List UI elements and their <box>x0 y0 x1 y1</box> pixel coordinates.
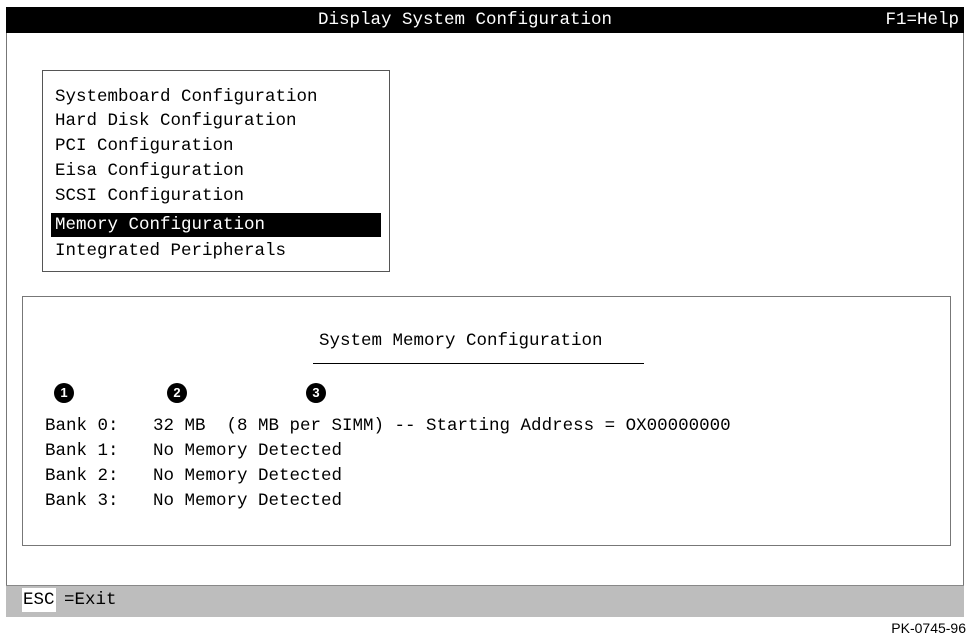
bank-label: Bank 0: <box>45 416 119 436</box>
help-hint[interactable]: F1=Help <box>885 7 959 33</box>
menu-item-memory[interactable]: Memory Configuration <box>51 213 381 237</box>
exit-label: =Exit <box>64 590 117 610</box>
title-bar: Display System Configuration F1=Help <box>6 7 964 33</box>
menu-item-hard-disk[interactable]: Hard Disk Configuration <box>51 109 297 133</box>
title-underline <box>313 363 644 364</box>
panel-title: System Memory Configuration <box>319 331 603 351</box>
bank-value: No Memory Detected <box>153 491 343 511</box>
bank-label: Bank 1: <box>45 441 119 461</box>
bank-label: Bank 3: <box>45 491 119 511</box>
configuration-menu: Systemboard Configuration Hard Disk Conf… <box>42 70 390 272</box>
bank-row: Bank 2: No Memory Detected <box>45 464 342 488</box>
figure-id: PK-0745-96 <box>891 620 966 636</box>
callout-1: 1 <box>54 383 74 403</box>
menu-item-systemboard[interactable]: Systemboard Configuration <box>51 85 318 109</box>
bank-row: Bank 3: No Memory Detected <box>45 489 342 513</box>
menu-item-scsi[interactable]: SCSI Configuration <box>51 184 244 208</box>
menu-item-eisa[interactable]: Eisa Configuration <box>51 159 244 183</box>
status-bar: ESC =Exit <box>6 585 964 617</box>
esc-key[interactable]: ESC <box>22 588 56 612</box>
bank-value: No Memory Detected <box>153 466 343 486</box>
bank-value: No Memory Detected <box>153 441 343 461</box>
menu-item-integrated-peripherals[interactable]: Integrated Peripherals <box>51 239 286 263</box>
menu-item-pci[interactable]: PCI Configuration <box>51 134 234 158</box>
memory-configuration-panel: System Memory Configuration 1 2 3 Bank 0… <box>22 296 951 546</box>
bank-label: Bank 2: <box>45 466 119 486</box>
window-title: Display System Configuration <box>318 10 613 30</box>
bank-row: Bank 1: No Memory Detected <box>45 439 342 463</box>
callout-2: 2 <box>167 383 187 403</box>
bank-value: 32 MB (8 MB per SIMM) -- Starting Addres… <box>153 416 731 436</box>
bank-row: Bank 0: 32 MB (8 MB per SIMM) -- Startin… <box>45 414 731 438</box>
callout-3: 3 <box>306 383 326 403</box>
